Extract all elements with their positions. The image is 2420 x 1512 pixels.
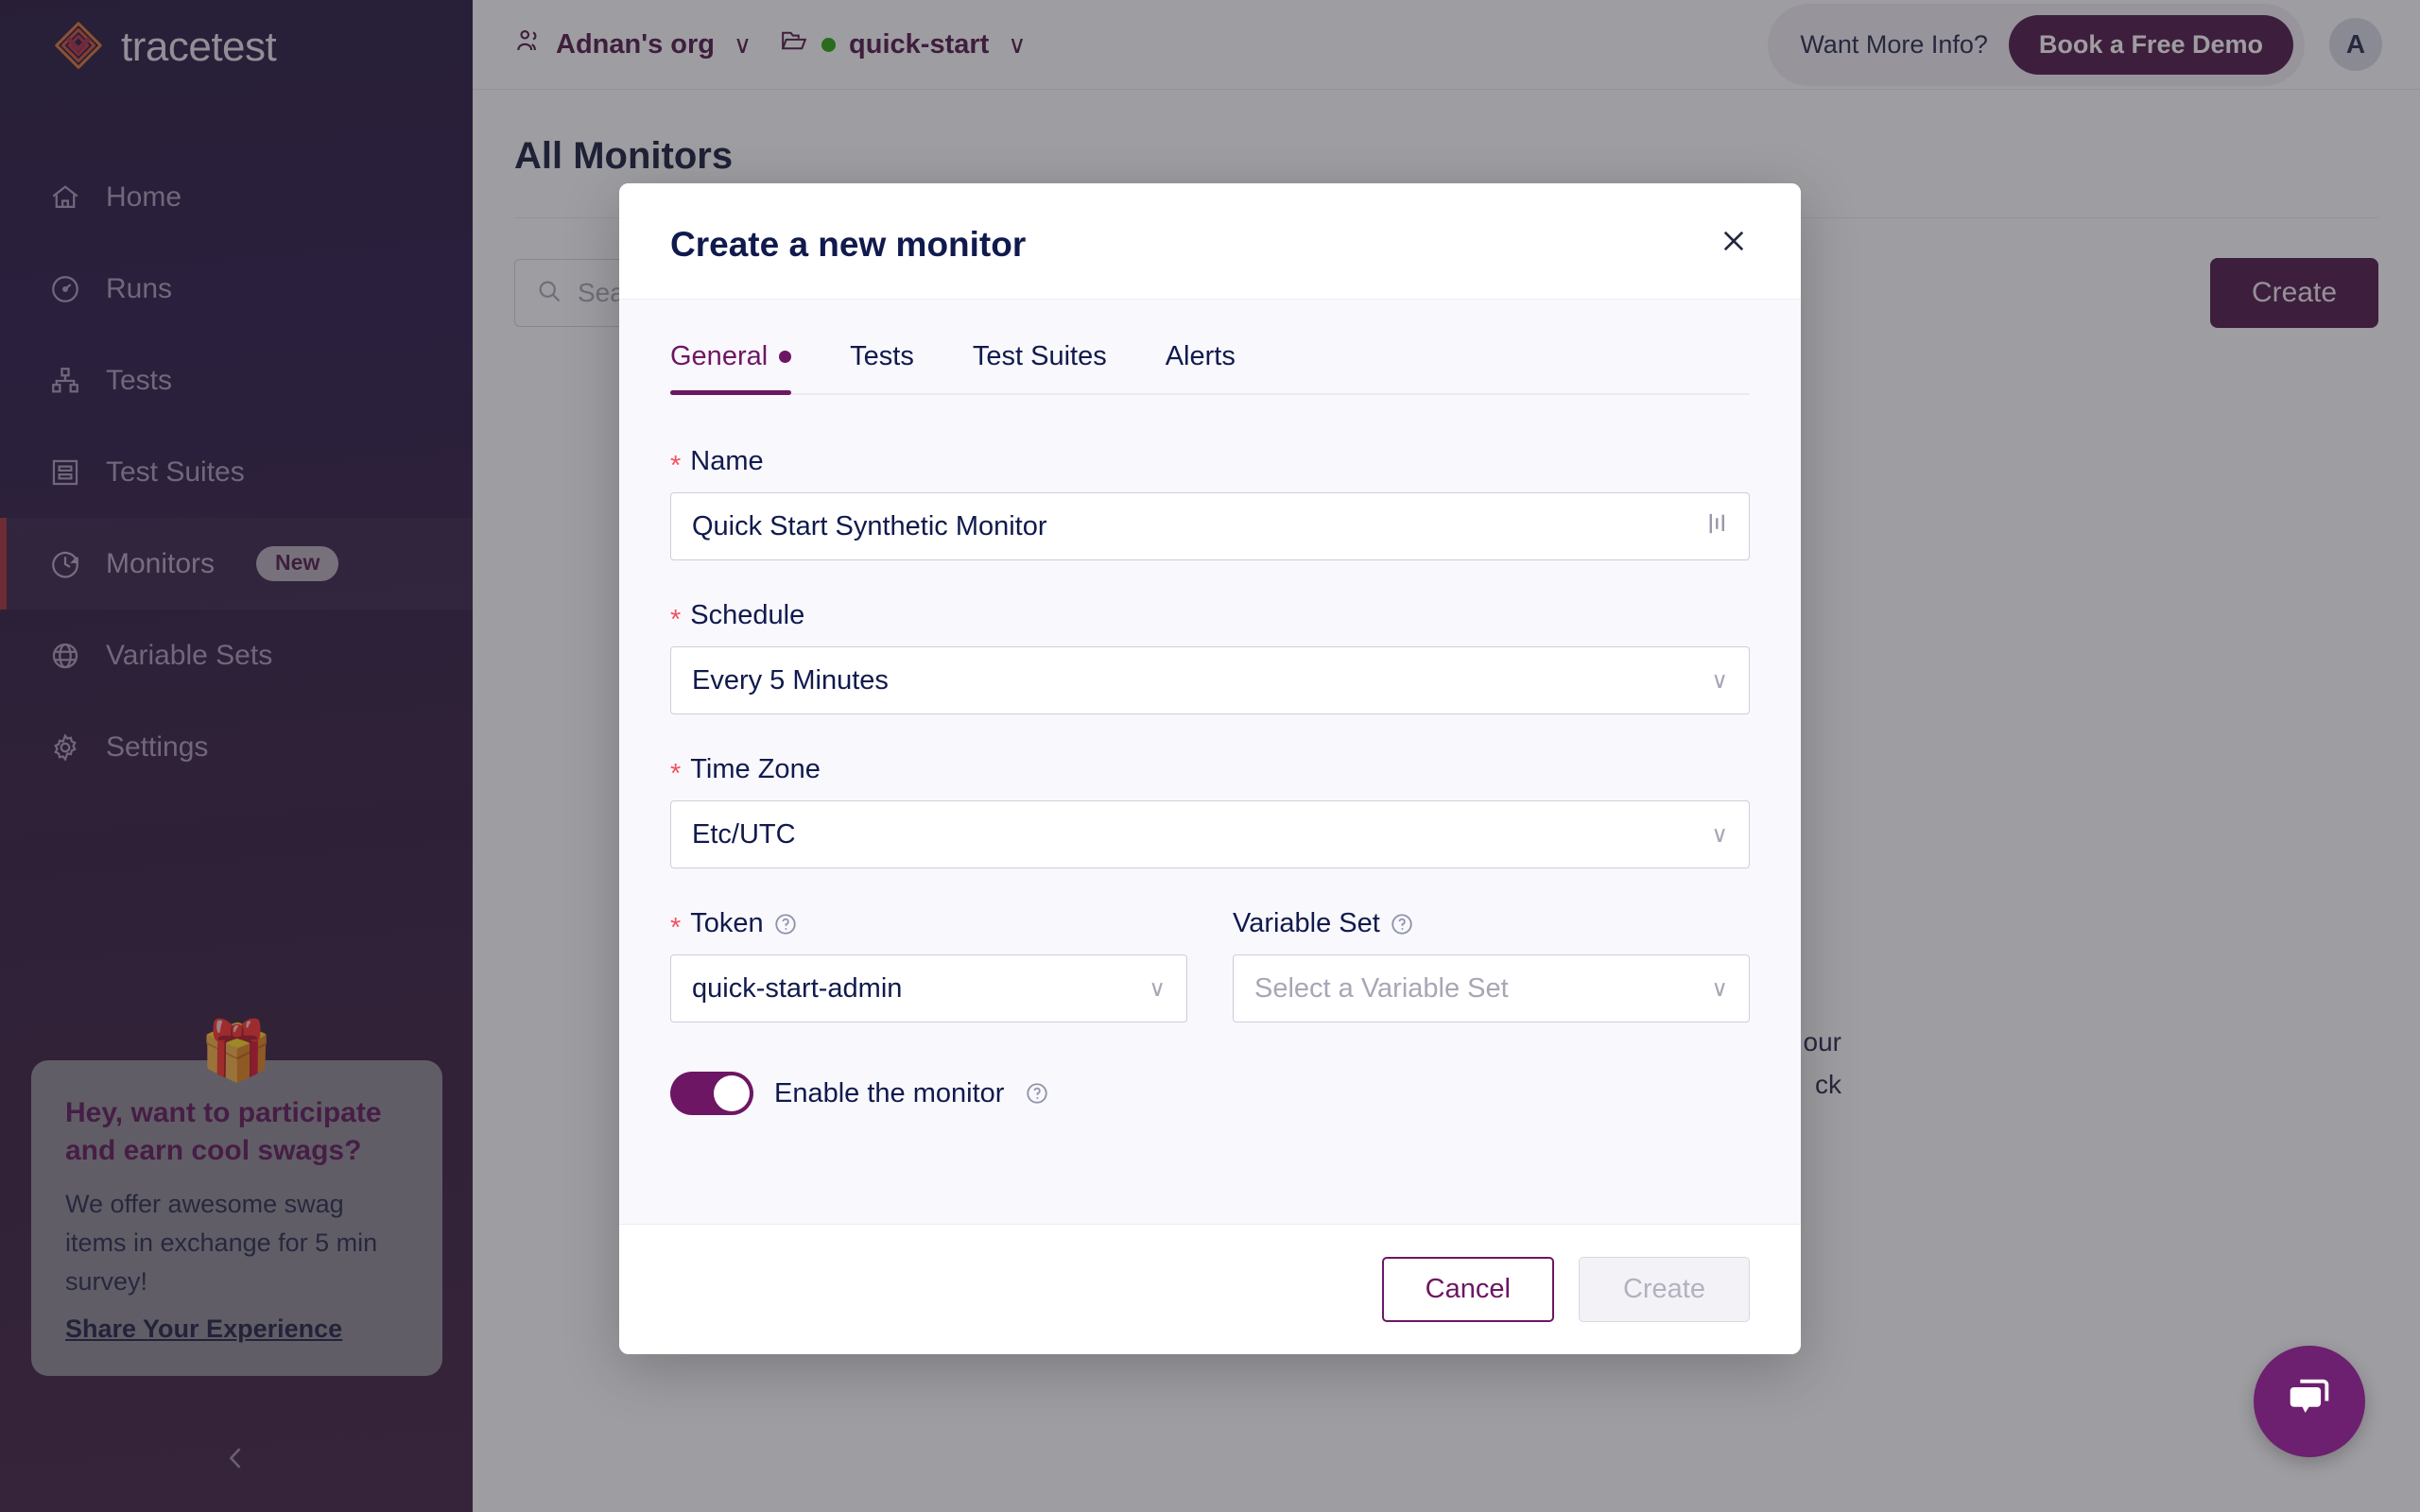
- field-label-row: * Token: [670, 908, 1187, 943]
- tab-test-suites[interactable]: Test Suites: [973, 341, 1107, 393]
- timezone-select[interactable]: Etc/UTC ∨: [670, 800, 1750, 868]
- field-timezone: * Time Zone Etc/UTC ∨: [670, 754, 1750, 868]
- required-marker: *: [670, 913, 682, 943]
- required-marker: *: [670, 451, 682, 481]
- tab-modified-dot-icon: [779, 351, 792, 363]
- tab-label: Alerts: [1165, 341, 1236, 371]
- tab-alerts[interactable]: Alerts: [1166, 341, 1236, 393]
- chat-bubble-icon: [2282, 1372, 2337, 1432]
- token-variableset-row: * Token quick-start-admin ∨ Variable Set…: [670, 908, 1750, 1022]
- name-input-value: Quick Start Synthetic Monitor: [692, 510, 1047, 541]
- variable-set-placeholder: Select a Variable Set: [1254, 972, 1509, 1004]
- timezone-select-value: Etc/UTC: [692, 818, 796, 850]
- field-name: * Name Quick Start Synthetic Monitor: [670, 446, 1750, 560]
- field-variable-set: Variable Set Select a Variable Set ∨: [1233, 908, 1750, 1022]
- tab-general[interactable]: General: [670, 341, 792, 395]
- modal-header: Create a new monitor: [619, 183, 1801, 300]
- text-wave-icon: [1707, 511, 1728, 542]
- field-token: * Token quick-start-admin ∨: [670, 908, 1187, 1022]
- required-marker: *: [670, 605, 682, 635]
- close-icon[interactable]: [1718, 225, 1750, 257]
- field-label: Variable Set: [1233, 908, 1380, 938]
- field-label-row: * Time Zone: [670, 754, 1750, 789]
- field-label-row: * Name: [670, 446, 1750, 481]
- enable-monitor-label: Enable the monitor: [774, 1077, 1005, 1108]
- tab-tests[interactable]: Tests: [850, 341, 914, 393]
- enable-monitor-toggle[interactable]: [670, 1072, 753, 1115]
- name-input[interactable]: Quick Start Synthetic Monitor: [670, 492, 1750, 560]
- create-monitor-modal: Create a new monitor General Tests Test …: [619, 183, 1801, 1354]
- app-root: Adnan's org ∨ quick-start ∨ Want More In…: [0, 0, 2420, 1512]
- schedule-select[interactable]: Every 5 Minutes ∨: [670, 646, 1750, 714]
- enable-monitor-row: Enable the monitor: [670, 1072, 1750, 1115]
- question-circle-icon[interactable]: [1390, 912, 1414, 936]
- token-select-value: quick-start-admin: [692, 972, 903, 1004]
- field-label: Token: [690, 908, 764, 938]
- modal-footer: Cancel Create: [619, 1224, 1801, 1354]
- tab-label: Tests: [850, 341, 914, 371]
- chevron-down-icon: ∨: [1149, 975, 1166, 1002]
- field-schedule: * Schedule Every 5 Minutes ∨: [670, 600, 1750, 714]
- field-label-row: * Schedule: [670, 600, 1750, 635]
- field-label-row: Variable Set: [1233, 908, 1750, 939]
- chevron-down-icon: ∨: [1711, 975, 1728, 1002]
- variable-set-select[interactable]: Select a Variable Set ∨: [1233, 954, 1750, 1022]
- token-select[interactable]: quick-start-admin ∨: [670, 954, 1187, 1022]
- schedule-select-value: Every 5 Minutes: [692, 664, 889, 696]
- modal-title: Create a new monitor: [670, 225, 1027, 264]
- question-circle-icon[interactable]: [773, 912, 798, 936]
- chevron-down-icon: ∨: [1711, 667, 1728, 694]
- field-label: Time Zone: [690, 754, 821, 784]
- tab-label: Test Suites: [972, 341, 1107, 371]
- field-label: Schedule: [690, 600, 805, 630]
- field-label: Name: [690, 446, 764, 476]
- create-button[interactable]: Create: [1578, 1257, 1750, 1322]
- question-circle-icon[interactable]: [1025, 1081, 1049, 1106]
- modal-tabs: General Tests Test Suites Alerts: [670, 341, 1750, 395]
- required-marker: *: [670, 759, 682, 789]
- tab-label: General: [670, 341, 769, 371]
- toggle-knob: [714, 1075, 750, 1111]
- cancel-button[interactable]: Cancel: [1381, 1257, 1554, 1322]
- modal-body: General Tests Test Suites Alerts * Name: [619, 300, 1801, 1224]
- chat-widget-button[interactable]: [2254, 1346, 2365, 1457]
- chevron-down-icon: ∨: [1711, 821, 1728, 848]
